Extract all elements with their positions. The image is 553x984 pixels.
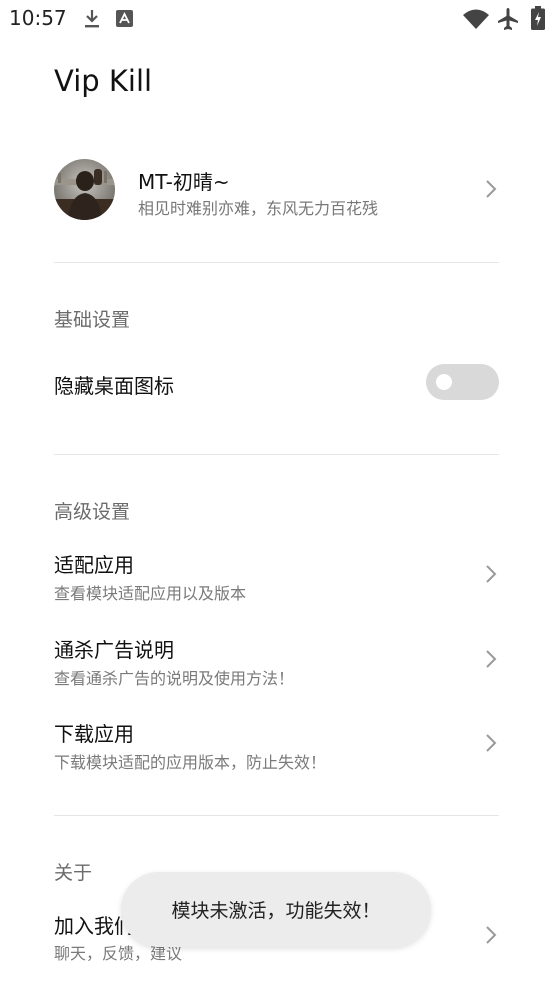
chevron-right-icon <box>486 650 497 668</box>
divider <box>54 815 499 816</box>
status-bar: 10:57 <box>0 0 553 40</box>
wifi-icon <box>463 9 489 29</box>
section-header-advanced: 高级设置 <box>54 501 131 523</box>
list-item-title: 下载应用 <box>54 722 134 746</box>
toast-message: 模块未激活，功能失效！ <box>121 872 431 947</box>
app-title: Vip Kill <box>54 64 153 98</box>
profile-row[interactable]: MT-初晴~ 相见时难别亦难，东风无力百花残 <box>0 150 553 230</box>
toast-text: 模块未激活，功能失效！ <box>171 900 381 922</box>
toggle-knob <box>436 374 452 390</box>
battery-charging-icon <box>531 6 545 30</box>
list-item-subtitle: 查看模块适配应用以及版本 <box>54 584 247 603</box>
section-header-about: 关于 <box>54 862 93 884</box>
profile-motto: 相见时难别亦难，东风无力百花残 <box>138 199 379 218</box>
list-item-subtitle: 下载模块适配的应用版本，防止失效！ <box>54 753 327 772</box>
chevron-right-icon <box>486 734 497 752</box>
list-item-title: 适配应用 <box>54 553 134 577</box>
list-item-title: 通杀广告说明 <box>54 638 174 662</box>
chevron-right-icon <box>486 565 497 583</box>
download-icon <box>85 10 99 28</box>
profile-name: MT-初晴~ <box>138 170 230 194</box>
font-icon <box>116 10 133 27</box>
list-item-subtitle: 查看通杀广告的说明及使用方法！ <box>54 669 295 688</box>
hide-desktop-icon-toggle[interactable] <box>426 364 499 400</box>
chevron-right-icon <box>486 180 497 198</box>
chevron-right-icon <box>486 926 497 944</box>
hide-desktop-icon-label: 隐藏桌面图标 <box>54 374 174 398</box>
divider <box>54 262 499 263</box>
divider <box>54 454 499 455</box>
airplane-icon <box>498 8 518 30</box>
section-header-basic: 基础设置 <box>54 309 131 331</box>
avatar <box>54 159 115 220</box>
status-time: 10:57 <box>9 6 67 30</box>
